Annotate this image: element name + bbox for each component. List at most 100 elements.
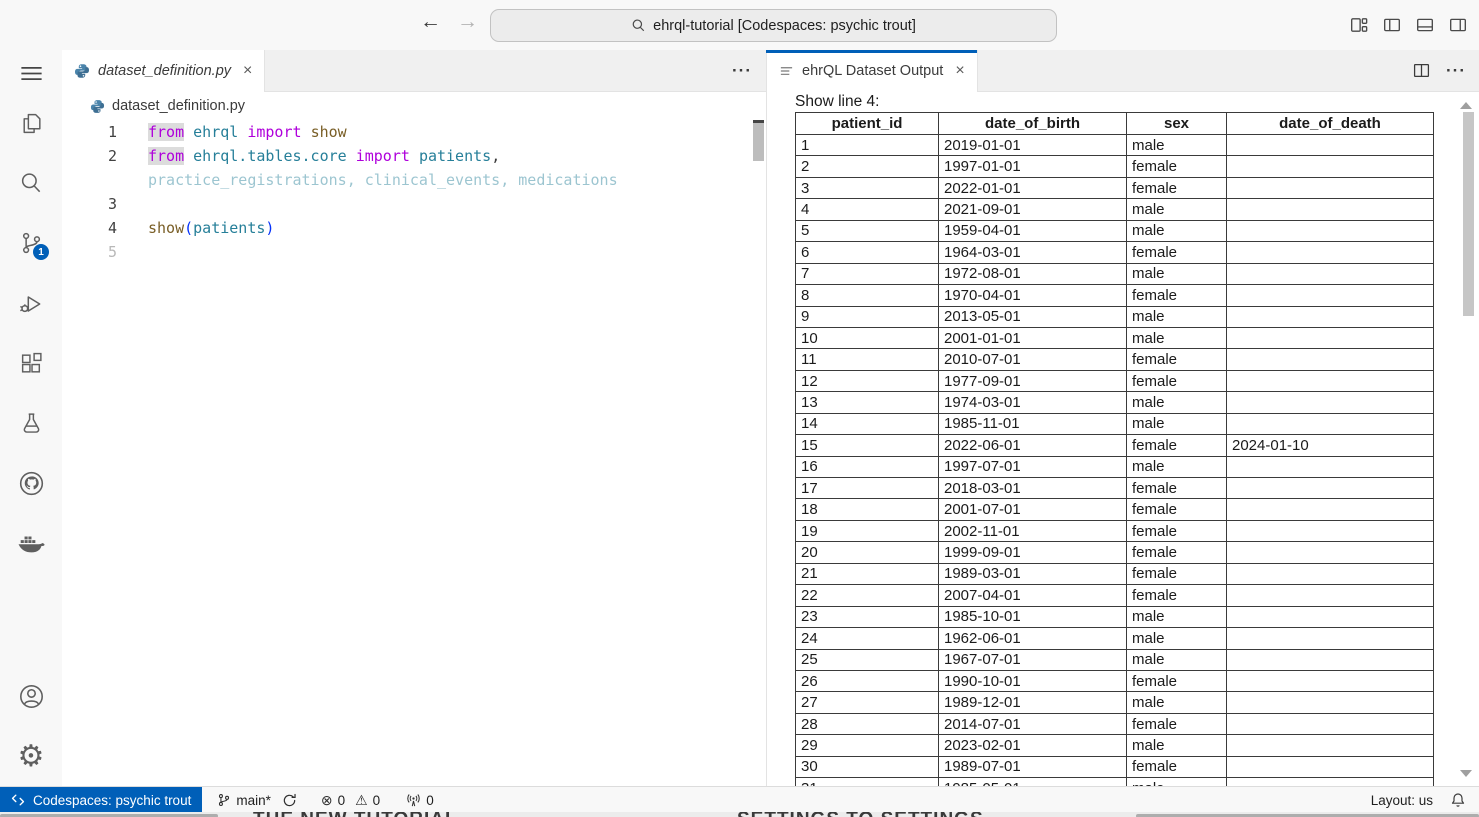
editor-scrollbar-thumb[interactable] (753, 123, 764, 161)
table-cell: 2001-01-01 (939, 327, 1127, 348)
sidebar-item-testing[interactable] (0, 408, 62, 438)
table-cell (1227, 456, 1434, 477)
toggle-secondary-sidebar-icon[interactable] (1449, 16, 1467, 34)
customize-layout-icon[interactable] (1350, 16, 1368, 34)
code-editor[interactable]: 1from ehrql import show2from ehrql.table… (62, 120, 766, 786)
table-cell: male (1127, 735, 1227, 756)
table-cell: 30 (796, 756, 939, 777)
code-line[interactable]: 3 (62, 192, 766, 216)
column-header: date_of_death (1227, 113, 1434, 135)
table-cell: 14 (796, 413, 939, 434)
branch-status-item[interactable]: main* (217, 793, 297, 808)
table-cell: 4 (796, 199, 939, 220)
line-number: 4 (62, 219, 117, 237)
table-cell: female (1127, 499, 1227, 520)
split-editor-icon[interactable] (1413, 62, 1430, 79)
scroll-up-arrow[interactable] (1460, 102, 1472, 109)
remote-icon (11, 793, 25, 807)
table-cell: 1985-11-01 (939, 413, 1127, 434)
line-number: 2 (62, 147, 117, 165)
sidebar-item-github[interactable] (0, 468, 62, 498)
tab-dataset-definition[interactable]: dataset_definition.py × (62, 50, 265, 92)
breadcrumb[interactable]: dataset_definition.py (62, 92, 766, 120)
table-row: 102001-01-01male (796, 327, 1434, 348)
problems-status-item[interactable]: ⊗ 0 ⚠ 0 (321, 793, 380, 808)
table-cell (1227, 585, 1434, 606)
table-cell: male (1127, 606, 1227, 627)
menu-button[interactable] (0, 58, 62, 88)
table-cell (1227, 199, 1434, 220)
sync-icon[interactable] (282, 793, 297, 808)
more-actions-icon[interactable]: ··· (732, 61, 752, 81)
sidebar-item-source-control[interactable]: 1 (0, 228, 62, 258)
table-cell: 18 (796, 499, 939, 520)
table-cell: 5 (796, 220, 939, 241)
clipped-background-strip: THE NEW TUTORIAL SETTINGS TO SETTINGS (0, 812, 1479, 817)
command-center-search[interactable]: ehrql-tutorial [Codespaces: psychic trou… (490, 9, 1057, 42)
extensions-icon (19, 351, 44, 376)
table-cell: male (1127, 778, 1227, 786)
bell-icon[interactable] (1450, 792, 1466, 808)
table-row: 231985-10-01male (796, 606, 1434, 627)
table-cell: 2002-11-01 (939, 520, 1127, 541)
code-line[interactable]: 1from ehrql import show (62, 120, 766, 144)
table-cell (1227, 306, 1434, 327)
table-cell (1227, 392, 1434, 413)
accounts-button[interactable] (0, 681, 62, 711)
toggle-panel-icon[interactable] (1416, 16, 1434, 34)
table-cell: male (1127, 199, 1227, 220)
history-back-button[interactable]: ← (420, 10, 441, 34)
table-cell (1227, 478, 1434, 499)
table-cell (1227, 542, 1434, 563)
ports-status-item[interactable]: 0 (406, 793, 434, 808)
table-cell: female (1127, 713, 1227, 734)
table-cell: 1 (796, 135, 939, 156)
history-forward-button[interactable]: → (457, 10, 478, 34)
code-line[interactable]: practice_registrations, clinical_events,… (62, 168, 766, 192)
close-icon[interactable]: × (955, 62, 964, 80)
sidebar-item-extensions[interactable] (0, 348, 62, 378)
search-magnifier-icon (18, 170, 44, 196)
table-cell: 2022-01-01 (939, 177, 1127, 198)
code-line[interactable]: 4show(patients) (62, 216, 766, 240)
table-cell: female (1127, 242, 1227, 263)
table-cell: 26 (796, 670, 939, 691)
table-row: 271989-12-01male (796, 692, 1434, 713)
table-row: 42021-09-01male (796, 199, 1434, 220)
webview-scrollbar-thumb[interactable] (1463, 112, 1474, 316)
scroll-down-arrow[interactable] (1460, 770, 1472, 777)
editor-group: dataset_definition.py × ··· dataset_defi… (62, 50, 766, 786)
table-cell: 1985-05-01 (939, 778, 1127, 786)
table-cell: 2014-07-01 (939, 713, 1127, 734)
table-cell: 15 (796, 435, 939, 456)
table-cell: 13 (796, 392, 939, 413)
code-line[interactable]: 5 (62, 240, 766, 264)
close-icon[interactable]: × (243, 62, 252, 80)
table-cell: 1962-06-01 (939, 628, 1127, 649)
table-cell (1227, 563, 1434, 584)
run-debug-icon (18, 291, 44, 317)
table-row: 81970-04-01female (796, 285, 1434, 306)
table-cell: female (1127, 478, 1227, 499)
code-line[interactable]: 2from ehrql.tables.core import patients, (62, 144, 766, 168)
sidebar-item-explorer[interactable] (0, 108, 62, 138)
settings-button[interactable]: ⚙ (0, 742, 62, 772)
table-cell: male (1127, 135, 1227, 156)
table-row: 71972-08-01male (796, 263, 1434, 284)
toggle-primary-sidebar-icon[interactable] (1383, 16, 1401, 34)
output-heading: Show line 4: (795, 93, 1479, 111)
more-actions-icon[interactable]: ··· (1446, 61, 1466, 81)
sidebar-item-search[interactable] (0, 168, 62, 198)
remote-indicator[interactable]: Codespaces: psychic trout (0, 787, 202, 813)
tab-ehrql-dataset-output[interactable]: ehrQL Dataset Output × (767, 50, 978, 92)
sidebar-item-docker[interactable] (0, 528, 62, 558)
table-cell (1227, 135, 1434, 156)
table-row: 201999-09-01female (796, 542, 1434, 563)
sidebar-item-run-debug[interactable] (0, 289, 62, 319)
table-cell: female (1127, 156, 1227, 177)
table-cell: female (1127, 542, 1227, 563)
table-cell: 10 (796, 327, 939, 348)
table-cell: 17 (796, 478, 939, 499)
keyboard-layout-item[interactable]: Layout: us (1371, 793, 1433, 808)
account-icon (18, 683, 45, 710)
